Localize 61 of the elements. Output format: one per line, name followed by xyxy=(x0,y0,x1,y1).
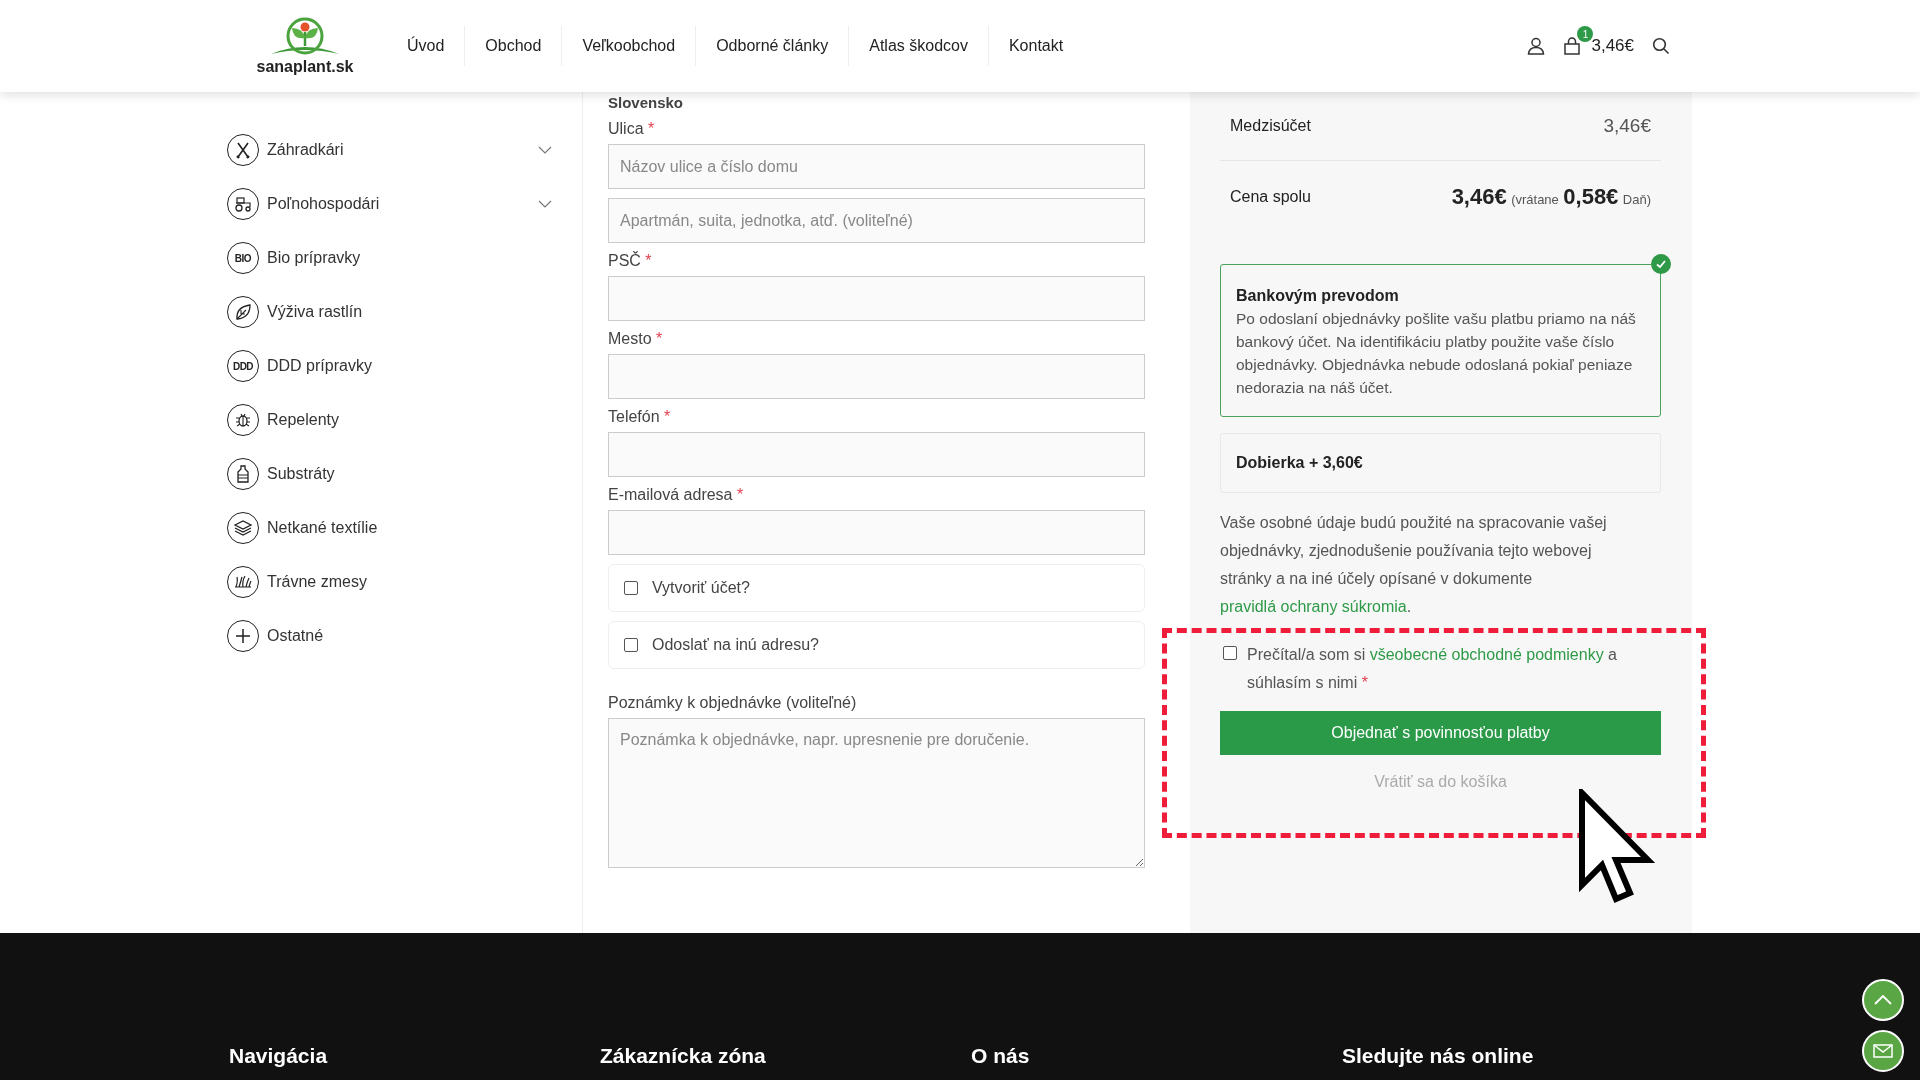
cart-total[interactable]: 3,46€ xyxy=(1591,36,1634,56)
payment-option[interactable]: Bankovým prevodom Po odoslaní objednávky pošlite vašu platbu priamo na náš bankový účet. Na identifikáciu platby použite vaše číslo objednávky. Objednávka nebude odoslaná pokiaľ peniaze nedorazia na náš účet. xyxy=(1220,264,1661,417)
chevron-down-icon[interactable] xyxy=(538,146,552,154)
logo-text[interactable]: sanaplant.sk xyxy=(256,58,354,76)
payment-option[interactable]: Dobierka + 3,60€ xyxy=(1220,433,1661,493)
checkbox-option[interactable]: Odoslať na inú adresu? xyxy=(608,621,1145,669)
field-label: Mesto * xyxy=(608,330,664,348)
total-label: Cena spolu xyxy=(1230,188,1311,206)
privacy-notice: Vaše osobné údaje budú použité na spracovanie vašej objednávky, zjednodušenie používania tejto webovej stránky a na iné účely opísané v dokumente pravidlá ochrany súkromia. xyxy=(1220,513,1608,617)
category-link[interactable]: DDD prípravky xyxy=(267,357,372,375)
nav-link[interactable]: Kontakt xyxy=(987,26,1084,66)
category-link[interactable]: Poľnohospodári xyxy=(267,195,380,213)
total-value: 3,46€ (vrátane 0,58€ Daň) xyxy=(1451,184,1651,210)
category-link[interactable]: Repelenty xyxy=(267,411,340,429)
nav-link[interactable]: Odborné články xyxy=(695,26,849,66)
checkbox[interactable] xyxy=(624,638,638,652)
cursor-arrow-icon xyxy=(1578,789,1658,905)
terms-checkbox[interactable] xyxy=(1223,646,1237,660)
place-order-button[interactable]: Objednať s povinnosťou platby xyxy=(1220,711,1661,755)
nav-link[interactable]: Atlas škodcov xyxy=(848,26,988,66)
chevron-up-icon xyxy=(1874,995,1892,1005)
subtotal-value: 3,46€ xyxy=(1603,115,1651,137)
input-field[interactable] xyxy=(608,432,1145,477)
category-link[interactable]: Substráty xyxy=(267,465,335,483)
footer-heading: Zákaznícka zóna xyxy=(600,1044,767,1068)
field-label: Poznámky k objednávke (voliteľné) xyxy=(608,694,858,712)
search-icon[interactable] xyxy=(1652,37,1670,55)
back-to-top-button[interactable] xyxy=(1862,979,1904,1021)
terms-consent: Prečítal/a som si všeobecné obchodné podmienky a súhlasím s nimi * xyxy=(1247,645,1618,693)
category-link[interactable]: Záhradkári xyxy=(267,141,344,159)
category-link[interactable]: Výživa rastlín xyxy=(267,303,363,321)
shopping-bag-icon[interactable] xyxy=(1563,37,1582,55)
category-link[interactable]: Ostatné xyxy=(267,627,324,645)
category-link[interactable]: Bio prípravky xyxy=(267,249,361,267)
check-icon xyxy=(1651,254,1671,274)
field-label: E-mailová adresa * xyxy=(608,486,745,504)
field-label: Telefón * xyxy=(608,408,672,426)
input-field[interactable]: Názov ulice a číslo domu xyxy=(608,144,1145,189)
input-field[interactable]: Apartmán, suita, jednotka, atď. (voliteľné) xyxy=(608,198,1145,243)
field-label: Ulica * xyxy=(608,120,656,138)
input-field[interactable] xyxy=(608,510,1145,555)
checkbox-option[interactable]: Vytvoriť účet? xyxy=(608,564,1145,612)
subtotal-label: Medzisúčet xyxy=(1230,117,1311,135)
category-link[interactable]: Trávne zmesy xyxy=(267,573,367,591)
nav-link[interactable]: Obchod xyxy=(464,26,562,66)
category-link[interactable]: Netkané textílie xyxy=(267,519,378,537)
input-field[interactable] xyxy=(608,354,1145,399)
footer-heading: Navigácia xyxy=(229,1044,329,1068)
input-field[interactable] xyxy=(608,276,1145,321)
nav-link[interactable]: Úvod xyxy=(407,26,465,66)
nav-link[interactable]: Veľkoobchod xyxy=(561,26,696,66)
country-value: Slovensko xyxy=(608,94,685,111)
footer-heading: O nás xyxy=(971,1044,1031,1068)
chevron-down-icon[interactable] xyxy=(538,200,552,208)
envelope-icon xyxy=(1873,1044,1893,1058)
notes-textarea[interactable]: Poznámka k objednávke, napr. upresnenie pre doručenie. xyxy=(608,718,1145,868)
user-icon[interactable] xyxy=(1527,37,1546,55)
field-label: PSČ * xyxy=(608,252,653,270)
footer-heading: Sledujte nás online xyxy=(1342,1044,1535,1068)
checkbox[interactable] xyxy=(624,581,638,595)
email-button[interactable] xyxy=(1862,1030,1904,1072)
